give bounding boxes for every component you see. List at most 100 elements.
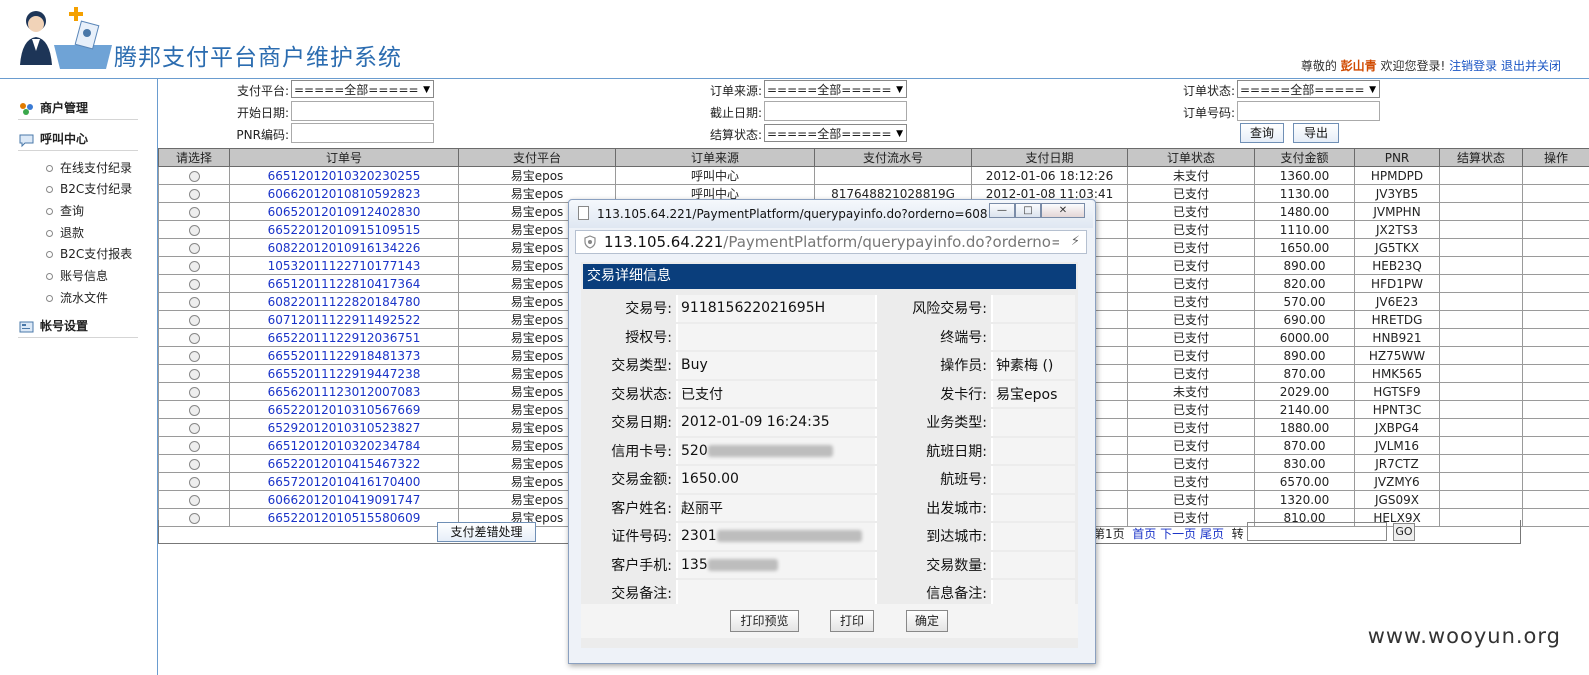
- order-link[interactable]: 60662012010810592823: [229, 184, 459, 203]
- row-select-radio[interactable]: [188, 494, 200, 506]
- minimize-icon[interactable]: —: [989, 203, 1015, 218]
- row-select-radio[interactable]: [188, 314, 200, 326]
- row-select-radio[interactable]: [188, 404, 200, 416]
- sidebar-item-query[interactable]: 查询: [46, 202, 84, 219]
- settle-cell: [1439, 292, 1523, 311]
- settle-cell: [1439, 184, 1523, 203]
- detail-row: 客户姓名: 赵丽平 出发城市:: [585, 494, 1075, 521]
- order-link[interactable]: 60712011122911492522: [229, 310, 459, 329]
- order-link[interactable]: 60662012010419091747: [229, 490, 459, 509]
- row-select-radio[interactable]: [188, 224, 200, 236]
- order-status-select[interactable]: =====全部=====: [1237, 80, 1380, 98]
- status-cell: 已支付: [1127, 346, 1255, 365]
- order-link[interactable]: 66512011122810417364: [229, 274, 459, 293]
- row-select-radio[interactable]: [188, 242, 200, 254]
- table-row: 66512012010320230255 易宝epos 呼叫中心 2012-01-06…: [158, 166, 1589, 185]
- print-preview-button[interactable]: 打印预览: [730, 610, 799, 632]
- order-link[interactable]: 66522012010915109515: [229, 220, 459, 239]
- row-select-radio[interactable]: [188, 206, 200, 218]
- order-link[interactable]: 66522012010415467322: [229, 454, 459, 473]
- row-select-radio[interactable]: [188, 458, 200, 470]
- goto-page-input[interactable]: [1247, 522, 1387, 541]
- row-select-radio[interactable]: [188, 170, 200, 182]
- sidebar-item-flow-file[interactable]: 流水文件: [46, 289, 108, 306]
- select-cell: [158, 346, 230, 365]
- popup-title: 113.105.64.221/PaymentPlatform/querypayi…: [597, 207, 987, 221]
- order-link[interactable]: 66522011122912036751: [229, 328, 459, 347]
- lightning-icon[interactable]: ⚡: [1071, 234, 1080, 249]
- settle-cell: [1439, 418, 1523, 437]
- row-select-radio[interactable]: [188, 350, 200, 362]
- row-select-radio[interactable]: [188, 260, 200, 272]
- pager-next-link[interactable]: 下一页: [1160, 527, 1196, 541]
- order-link[interactable]: 66562011123012007083: [229, 382, 459, 401]
- payment-error-button[interactable]: 支付差错处理: [437, 522, 536, 542]
- row-select-radio[interactable]: [188, 296, 200, 308]
- close-icon[interactable]: ✕: [1041, 203, 1085, 218]
- address-bar[interactable]: 113.105.64.221/PaymentPlatform/querypayi…: [575, 230, 1087, 254]
- col-order-no: 订单号: [229, 148, 459, 167]
- sidebar-item-b2c-pay[interactable]: B2C支付纪录: [46, 180, 132, 197]
- order-link[interactable]: 60822011122820184780: [229, 292, 459, 311]
- go-button[interactable]: GO: [1393, 523, 1415, 541]
- row-select-radio[interactable]: [188, 188, 200, 200]
- row-select-radio[interactable]: [188, 440, 200, 452]
- row-select-radio[interactable]: [188, 386, 200, 398]
- pay-platform-select[interactable]: =====全部=====: [291, 80, 434, 98]
- order-link[interactable]: 10532011122710177143: [229, 256, 459, 275]
- ok-button[interactable]: 确定: [906, 610, 948, 632]
- start-date-input[interactable]: [291, 101, 434, 121]
- exit-close-link[interactable]: 退出并关闭: [1501, 59, 1561, 73]
- settle-status-select[interactable]: =====全部=====: [764, 124, 907, 142]
- row-select-radio[interactable]: [188, 476, 200, 488]
- order-link[interactable]: 66512012010320234784: [229, 436, 459, 455]
- select-cell: [158, 382, 230, 401]
- order-link[interactable]: 65292012010310523827: [229, 418, 459, 437]
- pnr-input[interactable]: [291, 123, 434, 143]
- order-source-select[interactable]: =====全部=====: [764, 80, 907, 98]
- order-link[interactable]: 66512012010320230255: [229, 166, 459, 185]
- export-button[interactable]: 导出: [1293, 123, 1339, 143]
- action-cell: [1522, 472, 1589, 491]
- maximize-icon[interactable]: □: [1015, 203, 1041, 218]
- print-button[interactable]: 打印: [830, 610, 874, 632]
- order-link[interactable]: 60652012010912402830: [229, 202, 459, 221]
- order-link[interactable]: 66572012010416170400: [229, 472, 459, 491]
- sidebar-group-account[interactable]: 帐号设置: [18, 317, 138, 338]
- order-link[interactable]: 66552011122919447238: [229, 364, 459, 383]
- detail-value-text: 1650.00: [681, 471, 739, 488]
- query-button[interactable]: 查询: [1240, 123, 1284, 143]
- sidebar-group-merchant[interactable]: 商户管理: [18, 99, 138, 120]
- row-select-radio[interactable]: [188, 422, 200, 434]
- logout-link[interactable]: 注销登录: [1449, 59, 1497, 73]
- date-cell: 2012-01-06 18:12:26: [971, 166, 1128, 185]
- order-no-input[interactable]: [1237, 101, 1380, 121]
- sidebar-item-account-info[interactable]: 账号信息: [46, 267, 108, 284]
- order-link[interactable]: 66552011122918481373: [229, 346, 459, 365]
- end-date-input[interactable]: [764, 101, 907, 121]
- order-link[interactable]: 66522012010310567669: [229, 400, 459, 419]
- pager-last-link[interactable]: 尾页: [1200, 527, 1224, 541]
- header: 腾邦支付平台商户维护系统 尊敬的 彭山青 欢迎您登录! 注销登录 退出并关闭: [0, 0, 1589, 79]
- sidebar-item-b2c-report[interactable]: B2C支付报表: [46, 245, 132, 262]
- order-source-label: 订单来源:: [709, 84, 762, 98]
- redacted-mask: [707, 444, 833, 457]
- order-link[interactable]: 60822012010916134226: [229, 238, 459, 257]
- row-select-radio[interactable]: [188, 368, 200, 380]
- row-select-radio[interactable]: [188, 278, 200, 290]
- detail-label: 客户手机:: [585, 551, 676, 578]
- sidebar-item-refund[interactable]: 退款: [46, 224, 84, 241]
- pnr-cell: JX2TS3: [1354, 220, 1440, 239]
- sidebar-group-callcenter[interactable]: 呼叫中心: [18, 130, 138, 151]
- detail-row: 交易金额: 1650.00 航班号:: [585, 466, 1075, 493]
- pnr-cell: JV3YB5: [1354, 184, 1440, 203]
- sidebar-item-online-pay[interactable]: 在线支付纪录: [46, 159, 132, 176]
- popup-titlebar[interactable]: 113.105.64.221/PaymentPlatform/querypayi…: [569, 200, 1093, 228]
- select-cell: [158, 256, 230, 275]
- row-select-radio[interactable]: [188, 332, 200, 344]
- col-settle-status: 结算状态: [1439, 148, 1523, 167]
- action-cell: [1522, 382, 1589, 401]
- pager-first-link[interactable]: 首页: [1132, 527, 1156, 541]
- status-cell: 未支付: [1127, 166, 1255, 185]
- pnr-cell: JV6E23: [1354, 292, 1440, 311]
